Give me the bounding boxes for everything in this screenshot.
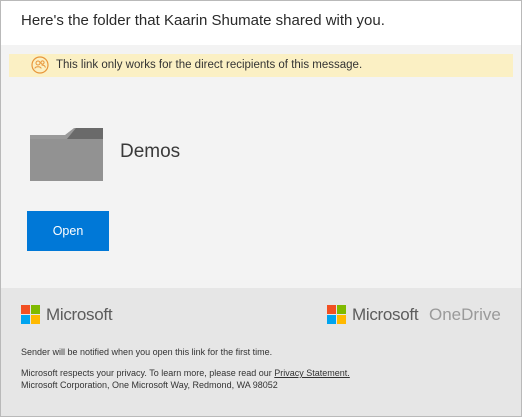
microsoft-wordmark: Microsoft [46, 305, 113, 324]
shared-people-icon [31, 56, 49, 74]
privacy-prefix: Microsoft respects your privacy. To lear… [21, 368, 275, 378]
privacy-text: Microsoft respects your privacy. To lear… [21, 368, 350, 378]
folder-name[interactable]: Demos [120, 141, 180, 163]
microsoft-squares-icon [21, 305, 41, 325]
share-panel: This link only works for the direct reci… [1, 45, 521, 288]
recipient-notice-banner: This link only works for the direct reci… [9, 54, 513, 77]
email-footer: Microsoft Microsoft OneDrive Sender will… [1, 288, 521, 416]
microsoft-squares-icon [327, 305, 347, 325]
notify-text: Sender will be notified when you open th… [21, 347, 273, 357]
notice-text: This link only works for the direct reci… [56, 59, 363, 71]
share-title: Here's the folder that Kaarin Shumate sh… [21, 12, 385, 29]
open-button[interactable]: Open [27, 211, 109, 251]
folder-icon[interactable] [30, 125, 104, 183]
microsoft-wordmark: Microsoft [352, 305, 419, 324]
privacy-statement-link[interactable]: Privacy Statement. [274, 368, 350, 378]
onedrive-wordmark: OneDrive [429, 305, 501, 324]
company-address: Microsoft Corporation, One Microsoft Way… [21, 380, 278, 390]
email-body: Here's the folder that Kaarin Shumate sh… [0, 0, 522, 417]
email-header: Here's the folder that Kaarin Shumate sh… [1, 1, 521, 45]
